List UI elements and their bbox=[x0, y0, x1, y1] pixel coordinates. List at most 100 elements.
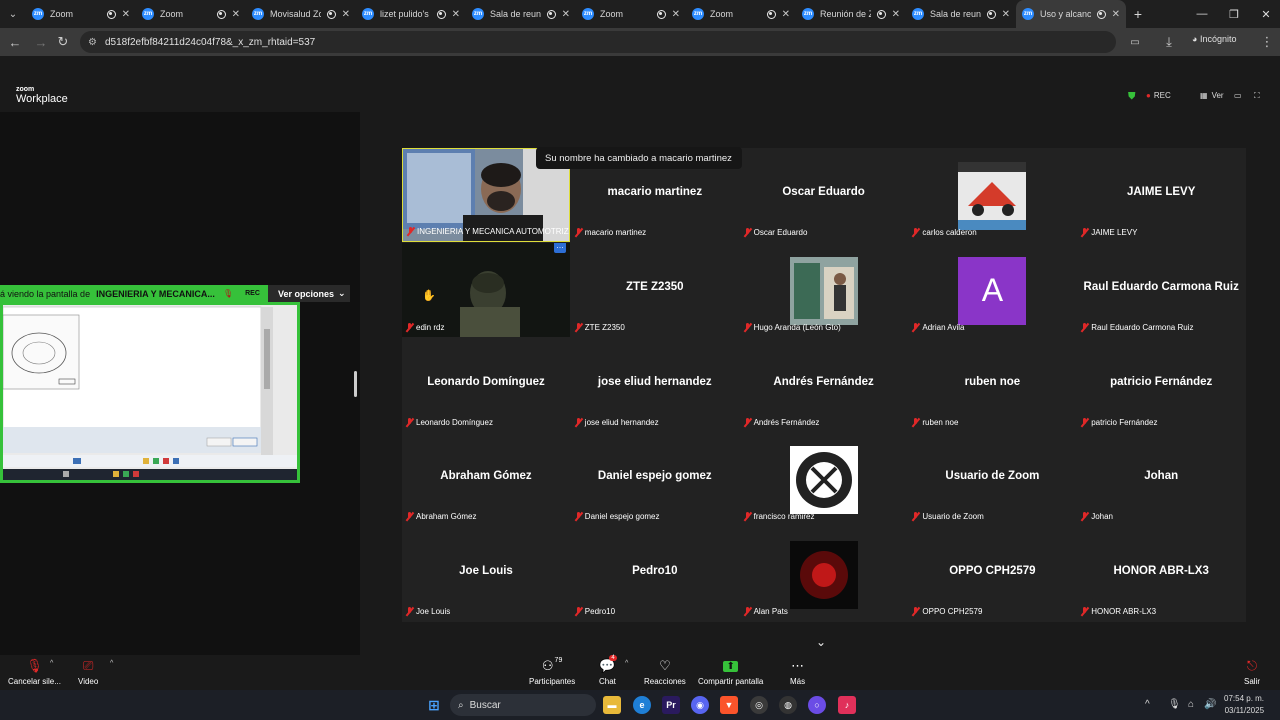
reading-mode-icon[interactable]: ▭ bbox=[1124, 32, 1146, 52]
participant-tile[interactable]: HONOR ABR-LX3 HONOR ABR-LX3 bbox=[1077, 527, 1246, 622]
participant-tile[interactable]: Leonardo Domínguez Leonardo Domínguez bbox=[402, 337, 570, 432]
close-tab-icon[interactable]: ✕ bbox=[672, 9, 680, 20]
gallery-next-page-icon[interactable]: ⌄ bbox=[816, 635, 826, 649]
reload-icon[interactable]: ↻ bbox=[52, 32, 74, 52]
tray-mic-icon[interactable]: 🎙 bbox=[1168, 699, 1181, 710]
participants-button[interactable]: ⚇ 79 Participantes bbox=[529, 657, 575, 686]
participant-tile[interactable]: Abraham Gómez Abraham Gómez bbox=[402, 432, 570, 527]
participant-tile[interactable]: Andrés Fernández Andrés Fernández bbox=[739, 337, 908, 432]
close-tab-icon[interactable]: ✕ bbox=[562, 9, 570, 20]
address-text[interactable]: d518f2efbf84211d24c04f78&_x_zm_rhtaid=53… bbox=[105, 37, 315, 48]
browser-tab[interactable]: zm Zoom ✕ bbox=[26, 0, 136, 28]
participant-tile[interactable]: francisco ramirez bbox=[739, 432, 908, 527]
taskbar-clock[interactable]: 07:54 p. m. 03/11/2025 bbox=[1224, 693, 1264, 717]
more-button[interactable]: ⋯ Más bbox=[790, 657, 805, 686]
muted-mic-icon bbox=[744, 228, 751, 237]
close-tab-icon[interactable]: ✕ bbox=[782, 9, 790, 20]
browser-tab[interactable]: zm lizet pulido's ✕ bbox=[356, 0, 466, 28]
back-icon[interactable]: ← bbox=[4, 32, 26, 52]
share-screen-button[interactable]: ⬆ Compartir pantalla bbox=[698, 657, 763, 686]
close-tab-icon[interactable]: ✕ bbox=[232, 9, 240, 20]
tray-volume-icon[interactable]: 🔊 bbox=[1204, 699, 1216, 710]
close-tab-icon[interactable]: ✕ bbox=[892, 9, 900, 20]
browser-tab[interactable]: zm Sala de reunione ✕ bbox=[466, 0, 576, 28]
participant-tile[interactable]: A Adrian Avila bbox=[908, 242, 1077, 337]
window-mode-icon[interactable]: ▭ bbox=[1234, 91, 1242, 100]
participant-tile[interactable]: Pedro10 Pedro10 bbox=[570, 527, 739, 622]
restore-icon[interactable]: ❐ bbox=[1218, 0, 1250, 28]
participant-tile[interactable]: Usuario de Zoom Usuario de Zoom bbox=[908, 432, 1077, 527]
browser-menu-icon[interactable]: ⋮ bbox=[1256, 32, 1278, 52]
participant-tile[interactable]: Hugo Aranda (León Gto) bbox=[739, 242, 908, 337]
browser-tab[interactable]: zm Uso y alcance ✕ bbox=[1016, 0, 1126, 28]
tiktok-icon[interactable]: ♪ bbox=[838, 696, 856, 714]
download-icon[interactable]: ⤓ bbox=[1158, 32, 1180, 52]
shared-screen[interactable] bbox=[0, 302, 300, 483]
browser-tab[interactable]: zm Zoom ✕ bbox=[576, 0, 686, 28]
forward-icon[interactable]: → bbox=[30, 32, 52, 52]
participant-tile[interactable]: OPPO CPH2579 OPPO CPH2579 bbox=[908, 527, 1077, 622]
taskbar-search[interactable]: ⌕ Buscar bbox=[450, 694, 596, 716]
close-window-icon[interactable]: ✕ bbox=[1250, 0, 1280, 28]
participant-tile[interactable]: JAIME LEVY JAIME LEVY bbox=[1077, 148, 1246, 242]
reactions-button[interactable]: ♡ Reacciones bbox=[644, 657, 686, 686]
leave-button[interactable]: ⎋ Salir bbox=[1244, 657, 1260, 686]
close-tab-icon[interactable]: ✕ bbox=[342, 9, 350, 20]
participant-tile[interactable]: ZTE Z2350 ZTE Z2350 bbox=[570, 242, 739, 337]
minimize-icon[interactable]: — bbox=[1186, 0, 1218, 28]
browser-tab[interactable]: zm Zoom ✕ bbox=[136, 0, 246, 28]
start-video-button[interactable]: ⎚ Video bbox=[78, 657, 98, 686]
fullscreen-icon[interactable]: ⛶ bbox=[1254, 91, 1260, 101]
browser-tab[interactable]: zm Zoom ✕ bbox=[686, 0, 796, 28]
site-info-icon[interactable]: ⚙ bbox=[88, 37, 97, 48]
participant-tile[interactable]: ruben noe ruben noe bbox=[908, 337, 1077, 432]
participant-tile[interactable]: patricio Fernández patricio Fernández bbox=[1077, 337, 1246, 432]
new-tab-button[interactable]: + bbox=[1126, 6, 1150, 22]
browser-tab[interactable]: zm Movisalud Zo ✕ bbox=[246, 0, 356, 28]
chat-options-chevron-icon[interactable]: ^ bbox=[625, 660, 628, 667]
participant-tile[interactable]: Johan Johan bbox=[1077, 432, 1246, 527]
pane-resize-handle[interactable] bbox=[354, 371, 357, 397]
windows-start-icon[interactable]: ⊞ bbox=[425, 696, 443, 714]
participant-tile[interactable]: Oscar Eduardo Oscar Eduardo bbox=[739, 148, 908, 242]
chat-button[interactable]: 💬 4 Chat bbox=[599, 655, 617, 686]
incognito-indicator[interactable]: ◕ Incógnito bbox=[1192, 34, 1236, 44]
browser-tab-strip: ⌄ zm Zoom ✕ zm Zoom ✕ zm Movisalud Zo ✕ zm lizet p… bbox=[0, 0, 1280, 28]
participant-tile[interactable]: carlos calderon bbox=[908, 148, 1077, 242]
app-icon[interactable]: ○ bbox=[808, 696, 826, 714]
participant-tile[interactable]: Joe Louis Joe Louis bbox=[402, 527, 570, 622]
participant-tile[interactable]: jose eliud hernandez jose eliud hernandez bbox=[570, 337, 739, 432]
audio-options-chevron-icon[interactable]: ^ bbox=[50, 660, 53, 667]
close-tab-icon[interactable]: ✕ bbox=[122, 9, 130, 20]
recording-indicator[interactable]: ● REC bbox=[1146, 91, 1171, 100]
tray-network-icon[interactable]: ⌂ bbox=[1188, 699, 1194, 710]
browser-tab[interactable]: zm Reunión de Z ✕ bbox=[796, 0, 906, 28]
close-tab-icon[interactable]: ✕ bbox=[1002, 9, 1010, 20]
rec-label: REC bbox=[1153, 91, 1171, 100]
obs-icon[interactable]: ◍ bbox=[779, 696, 797, 714]
participant-tile[interactable]: Raul Eduardo Carmona Ruiz Raul Eduardo Ca… bbox=[1077, 242, 1246, 337]
participant-name-label: Pedro10 bbox=[575, 607, 615, 616]
security-shield-icon[interactable]: ⛊ bbox=[1128, 91, 1136, 102]
participant-tile[interactable]: Daniel espejo gomez Daniel espejo gomez bbox=[570, 432, 739, 527]
view-button[interactable]: ▦ Ver bbox=[1200, 91, 1224, 100]
file-explorer-icon[interactable]: ▬ bbox=[603, 696, 621, 714]
participant-tile[interactable]: Alan Pats bbox=[739, 527, 908, 622]
view-options-button[interactable]: Ver opciones ⌄ bbox=[268, 285, 350, 302]
participant-tile[interactable]: ✋ … edin rdz bbox=[402, 242, 570, 337]
close-tab-icon[interactable]: ✕ bbox=[1112, 9, 1120, 20]
tile-more-icon[interactable]: … bbox=[554, 242, 566, 253]
close-tab-icon[interactable]: ✕ bbox=[452, 9, 460, 20]
brave-icon[interactable]: ▼ bbox=[720, 696, 738, 714]
tray-chevron-icon[interactable]: ^ bbox=[1145, 699, 1150, 710]
discord-icon[interactable]: ◉ bbox=[691, 696, 709, 714]
tab-search-menu-icon[interactable]: ⌄ bbox=[0, 0, 26, 28]
presenter-muted-icon: 🎙 bbox=[222, 289, 234, 298]
video-options-chevron-icon[interactable]: ^ bbox=[110, 660, 113, 667]
edge-icon[interactable]: e bbox=[633, 696, 651, 714]
chrome-icon[interactable]: ◎ bbox=[750, 696, 768, 714]
address-bar[interactable]: ⚙ d518f2efbf84211d24c04f78&_x_zm_rhtaid=… bbox=[80, 31, 1116, 53]
premiere-icon[interactable]: Pr bbox=[662, 696, 680, 714]
tab-label: Zoom bbox=[600, 9, 624, 19]
browser-tab[interactable]: zm Sala de reunione ✕ bbox=[906, 0, 1016, 28]
